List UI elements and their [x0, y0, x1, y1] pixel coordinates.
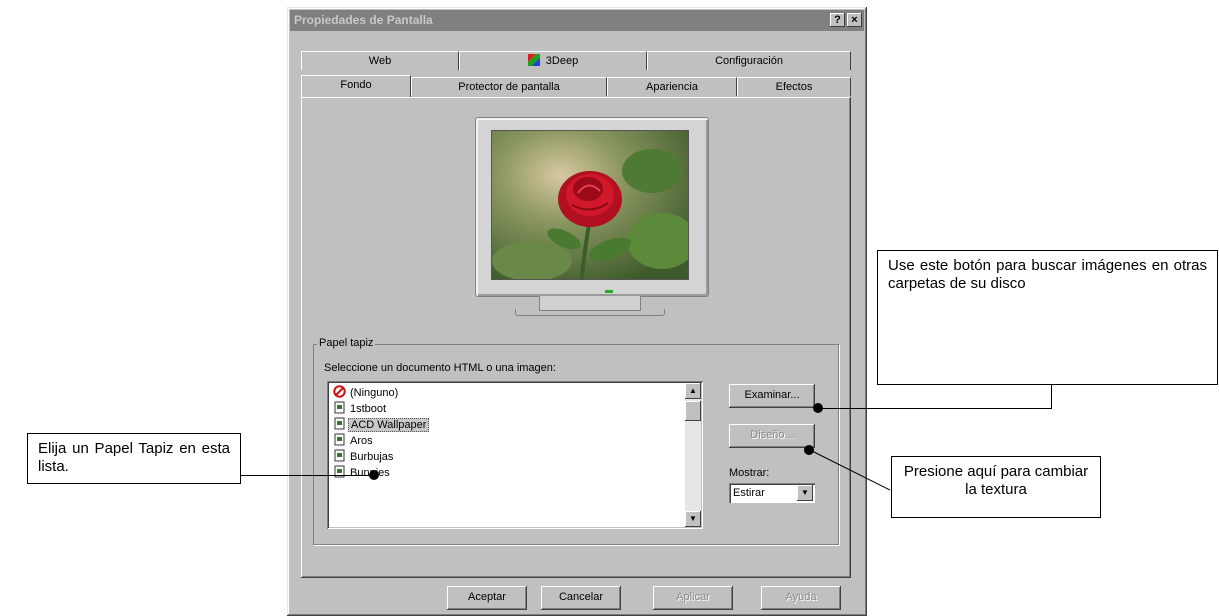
callout-pattern-dot: [804, 445, 814, 455]
tab-fondo-label: Fondo: [340, 79, 372, 91]
callout-pattern-connector: [811, 450, 891, 491]
tab-fondo[interactable]: Fondo: [301, 75, 411, 97]
